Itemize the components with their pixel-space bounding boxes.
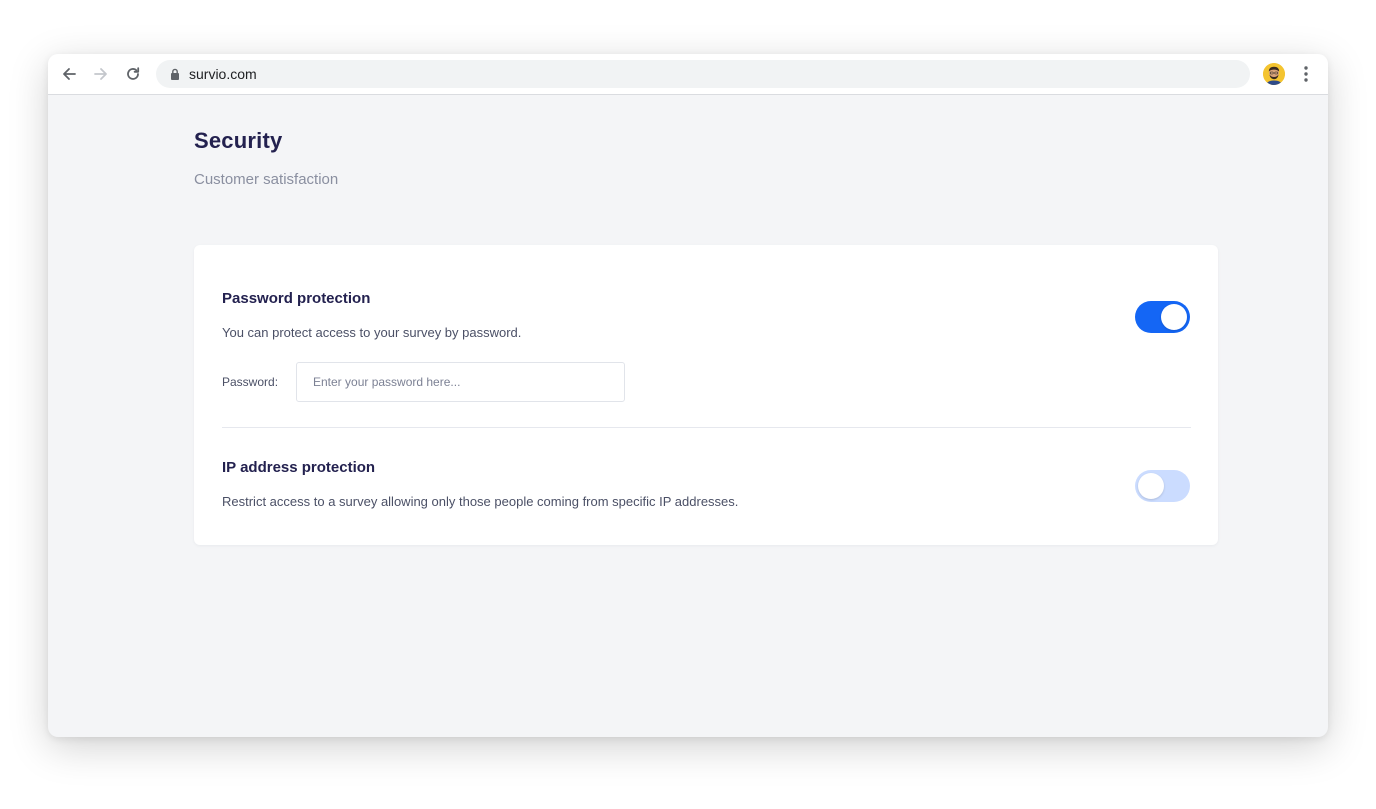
avatar-icon (1263, 63, 1285, 85)
security-settings-card: Password protection You can protect acce… (194, 245, 1218, 545)
password-protection-description: You can protect access to your survey by… (222, 325, 522, 340)
forward-button[interactable] (91, 64, 111, 84)
address-bar[interactable]: survio.com (156, 60, 1250, 88)
back-button[interactable] (59, 64, 79, 84)
url-text: survio.com (189, 66, 257, 82)
ip-protection-toggle[interactable] (1135, 470, 1190, 502)
reload-button[interactable] (123, 64, 143, 84)
arrow-right-icon (94, 68, 107, 80)
password-protection-title: Password protection (222, 290, 371, 307)
lock-icon (171, 68, 179, 80)
toggle-knob (1138, 473, 1164, 499)
section-divider (222, 427, 1191, 428)
browser-toolbar: survio.com (48, 54, 1328, 95)
page-subtitle: Customer satisfaction (194, 171, 339, 188)
toggle-knob (1161, 304, 1187, 330)
profile-avatar[interactable] (1263, 63, 1285, 85)
password-input[interactable] (296, 362, 625, 402)
reload-icon (127, 67, 140, 80)
more-vertical-icon[interactable] (1297, 64, 1315, 84)
ip-protection-title: IP address protection (222, 459, 376, 476)
ip-protection-description: Restrict access to a survey allowing onl… (222, 494, 739, 509)
page-title: Security (194, 128, 283, 153)
arrow-left-icon (63, 68, 76, 80)
browser-window: survio.com Security Customer satisfactio… (48, 54, 1328, 737)
password-protection-toggle[interactable] (1135, 301, 1190, 333)
password-label: Password: (222, 375, 279, 389)
